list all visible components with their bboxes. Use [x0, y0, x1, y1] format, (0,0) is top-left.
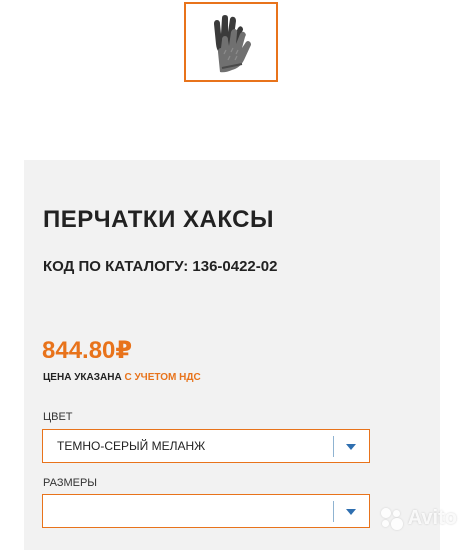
chevron-down-icon[interactable]: [346, 509, 356, 515]
color-select-value: ТЕМНО-СЕРЫЙ МЕЛАНЖ: [57, 439, 206, 453]
product-price: 844.80₽: [42, 337, 133, 364]
select-divider: [333, 436, 334, 457]
avito-watermark-text: Avito: [407, 507, 457, 529]
avito-watermark: Avito: [380, 507, 457, 530]
chevron-down-icon[interactable]: [346, 444, 356, 450]
catalog-code: КОД ПО КАТАЛОГУ: 136-0422-02: [43, 258, 278, 275]
size-label: РАЗМЕРЫ: [43, 477, 98, 489]
avito-logo-icon: [380, 507, 403, 530]
color-select[interactable]: ТЕМНО-СЕРЫЙ МЕЛАНЖ: [42, 429, 370, 463]
vat-note-prefix: ЦЕНА УКАЗАНА: [43, 372, 125, 383]
product-title: ПЕРЧАТКИ ХАКСЫ: [43, 206, 274, 233]
size-select[interactable]: [42, 494, 370, 528]
product-thumbnail[interactable]: [184, 2, 278, 82]
vat-note-accent: С УЧЕТОМ НДС: [124, 372, 201, 383]
gloves-icon: [214, 15, 251, 73]
vat-note: ЦЕНА УКАЗАНА С УЧЕТОМ НДС: [43, 372, 201, 383]
color-label: ЦВЕТ: [43, 411, 73, 423]
select-divider: [333, 501, 334, 522]
